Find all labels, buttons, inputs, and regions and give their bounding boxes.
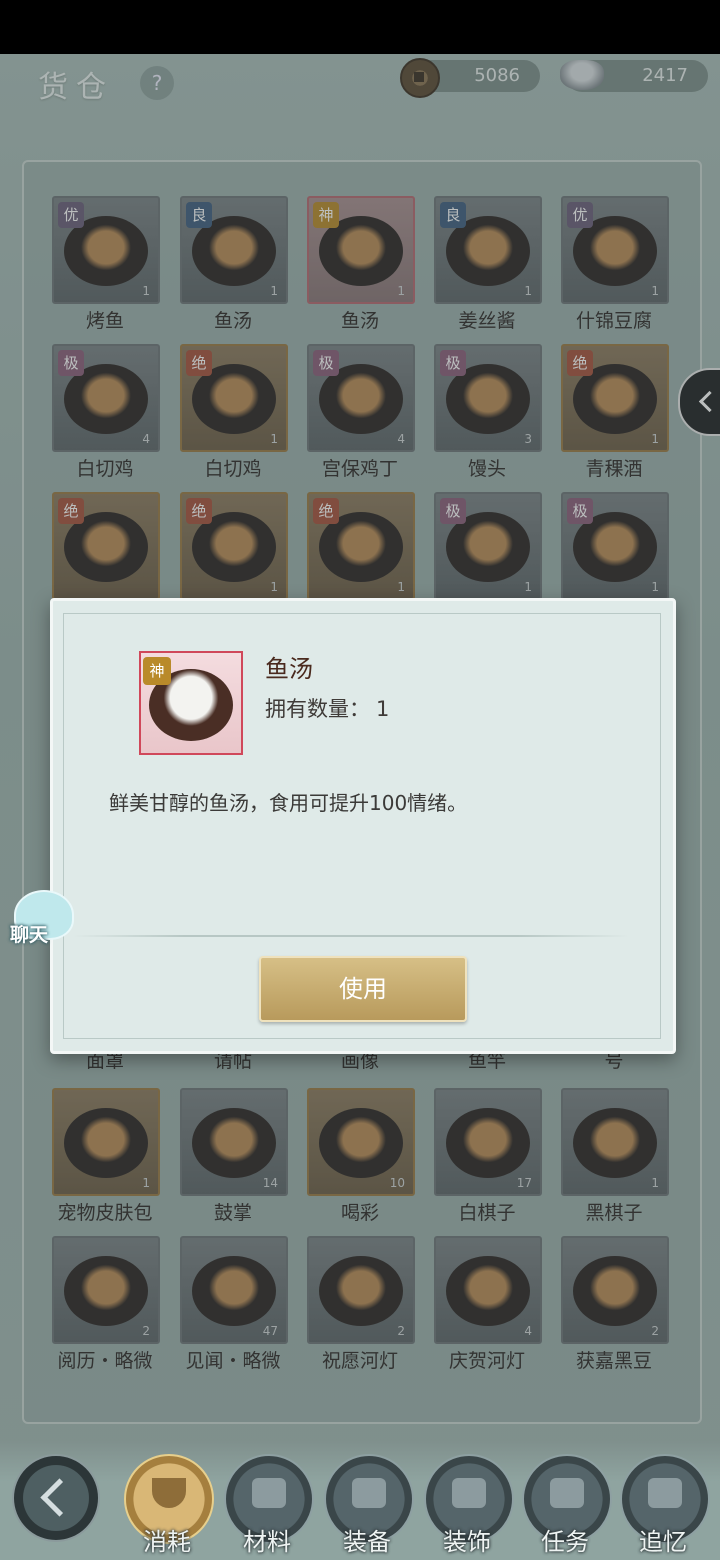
tab-label: 装备 <box>343 1528 391 1556</box>
modal-divider <box>73 935 629 937</box>
tab-label: 装饰 <box>443 1528 491 1556</box>
item-count: 拥有数量： 1 <box>265 693 389 723</box>
tab-icon <box>152 1478 186 1508</box>
tab-label: 任务 <box>541 1528 589 1556</box>
tab-label: 材料 <box>243 1528 291 1556</box>
tab-icon <box>352 1478 386 1508</box>
back-button[interactable] <box>12 1454 100 1542</box>
chat-button[interactable]: 聊天 <box>4 890 74 946</box>
item-detail-icon: 神 <box>139 651 243 755</box>
tab-icon <box>252 1478 286 1508</box>
tab-icon <box>452 1478 486 1508</box>
item-description: 鲜美甘醇的鱼汤，食用可提升100情绪。 <box>109 791 468 815</box>
status-bar <box>0 0 720 54</box>
item-count-label: 拥有数量： <box>265 697 370 721</box>
rarity-badge: 神 <box>143 657 171 685</box>
item-count-value: 1 <box>376 697 390 721</box>
tab-icon <box>648 1478 682 1508</box>
tab-label: 消耗 <box>143 1528 191 1556</box>
tab-label: 追忆 <box>639 1528 687 1556</box>
item-detail-modal: 神 鱼汤 拥有数量： 1 鲜美甘醇的鱼汤，食用可提升100情绪。 使用 <box>50 598 676 1054</box>
tab-icon <box>550 1478 584 1508</box>
item-title: 鱼汤 <box>265 655 313 683</box>
chat-label: 聊天 <box>10 924 49 946</box>
use-button[interactable]: 使用 <box>259 956 467 1022</box>
